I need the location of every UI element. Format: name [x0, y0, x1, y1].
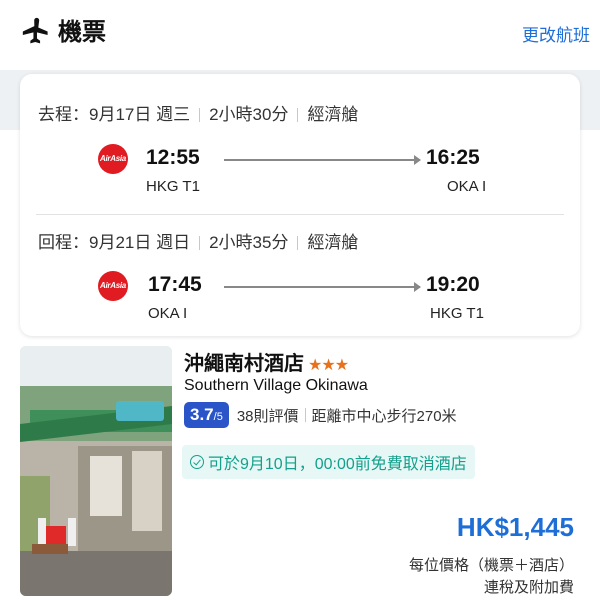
- cancellation-text: 可於9月10日，00:00前免費取消酒店: [208, 456, 467, 473]
- star-rating-icon: ★★★: [308, 357, 349, 374]
- hotel-name[interactable]: 沖繩南村酒店 ★★★: [184, 347, 349, 376]
- check-circle-icon: [190, 455, 204, 469]
- separator: [199, 108, 201, 122]
- outbound-arrive-time: 16:25: [426, 146, 480, 169]
- price-note-per-person: 每位價格（機票＋酒店）: [408, 557, 574, 574]
- hotel-photo[interactable]: [20, 346, 172, 596]
- separator: [304, 408, 306, 422]
- airplane-icon: [22, 17, 48, 44]
- outbound-duration: 2小時30分: [209, 105, 289, 124]
- separator: [297, 108, 299, 122]
- return-arrow-icon: [224, 282, 421, 292]
- rating-score: 3.7: [190, 405, 214, 424]
- rating-max: /5: [213, 411, 223, 423]
- outbound-date: 去程：9月17日 週三: [38, 105, 191, 124]
- change-flight-link[interactable]: 更改航班: [522, 21, 590, 46]
- return-duration: 2小時35分: [209, 233, 289, 252]
- hotel-photo-image: [20, 346, 172, 596]
- header: 機票 更改航班: [0, 0, 600, 70]
- separator: [297, 236, 299, 250]
- return-cabin: 經濟艙: [307, 233, 359, 252]
- airasia-logo-icon: AirAsia: [98, 271, 128, 301]
- return-arrive-airport: HKG T1: [430, 305, 484, 322]
- price: HK$1,445: [456, 512, 574, 542]
- rating-badge: 3.7/5: [184, 402, 229, 428]
- free-cancellation-badge: 可於9月10日，00:00前免費取消酒店: [182, 445, 475, 479]
- outbound-cabin: 經濟艙: [307, 105, 359, 124]
- outbound-arrive-airport: OKA I: [447, 178, 487, 195]
- rating-row: 3.7/5 38則評價 距離市中心步行270米: [184, 402, 457, 428]
- return-depart-time: 17:45: [148, 273, 202, 296]
- flight-card[interactable]: 去程：9月17日 週三 2小時30分 經濟艙 AirAsia 12:55 HKG T…: [20, 74, 580, 336]
- page-title: 機票: [58, 19, 106, 46]
- outbound-header: 去程：9月17日 週三 2小時30分 經濟艙: [38, 100, 358, 125]
- return-depart-airport: OKA I: [148, 305, 188, 322]
- hotel-name-english: Southern Village Okinawa: [184, 377, 368, 394]
- return-header: 回程：9月21日 週日 2小時35分 經濟艙: [38, 228, 358, 253]
- airasia-logo-icon: AirAsia: [98, 144, 128, 174]
- review-count: 38則評價: [236, 407, 299, 425]
- outbound-arrow-icon: [224, 155, 421, 165]
- outbound-depart-airport: HKG T1: [146, 178, 200, 195]
- divider: [36, 214, 564, 215]
- price-note-taxes: 連稅及附加費: [483, 579, 574, 596]
- return-arrive-time: 19:20: [426, 273, 480, 296]
- hotel-name-text: 沖繩南村酒店: [184, 353, 304, 375]
- hotel-card[interactable]: 沖繩南村酒店 ★★★ Southern Village Okinawa 3.7/5…: [6, 340, 594, 600]
- separator: [199, 236, 201, 250]
- return-date: 回程：9月21日 週日: [38, 233, 191, 252]
- outbound-depart-time: 12:55: [146, 146, 200, 169]
- distance-to-center: 距離市中心步行270米: [311, 407, 457, 425]
